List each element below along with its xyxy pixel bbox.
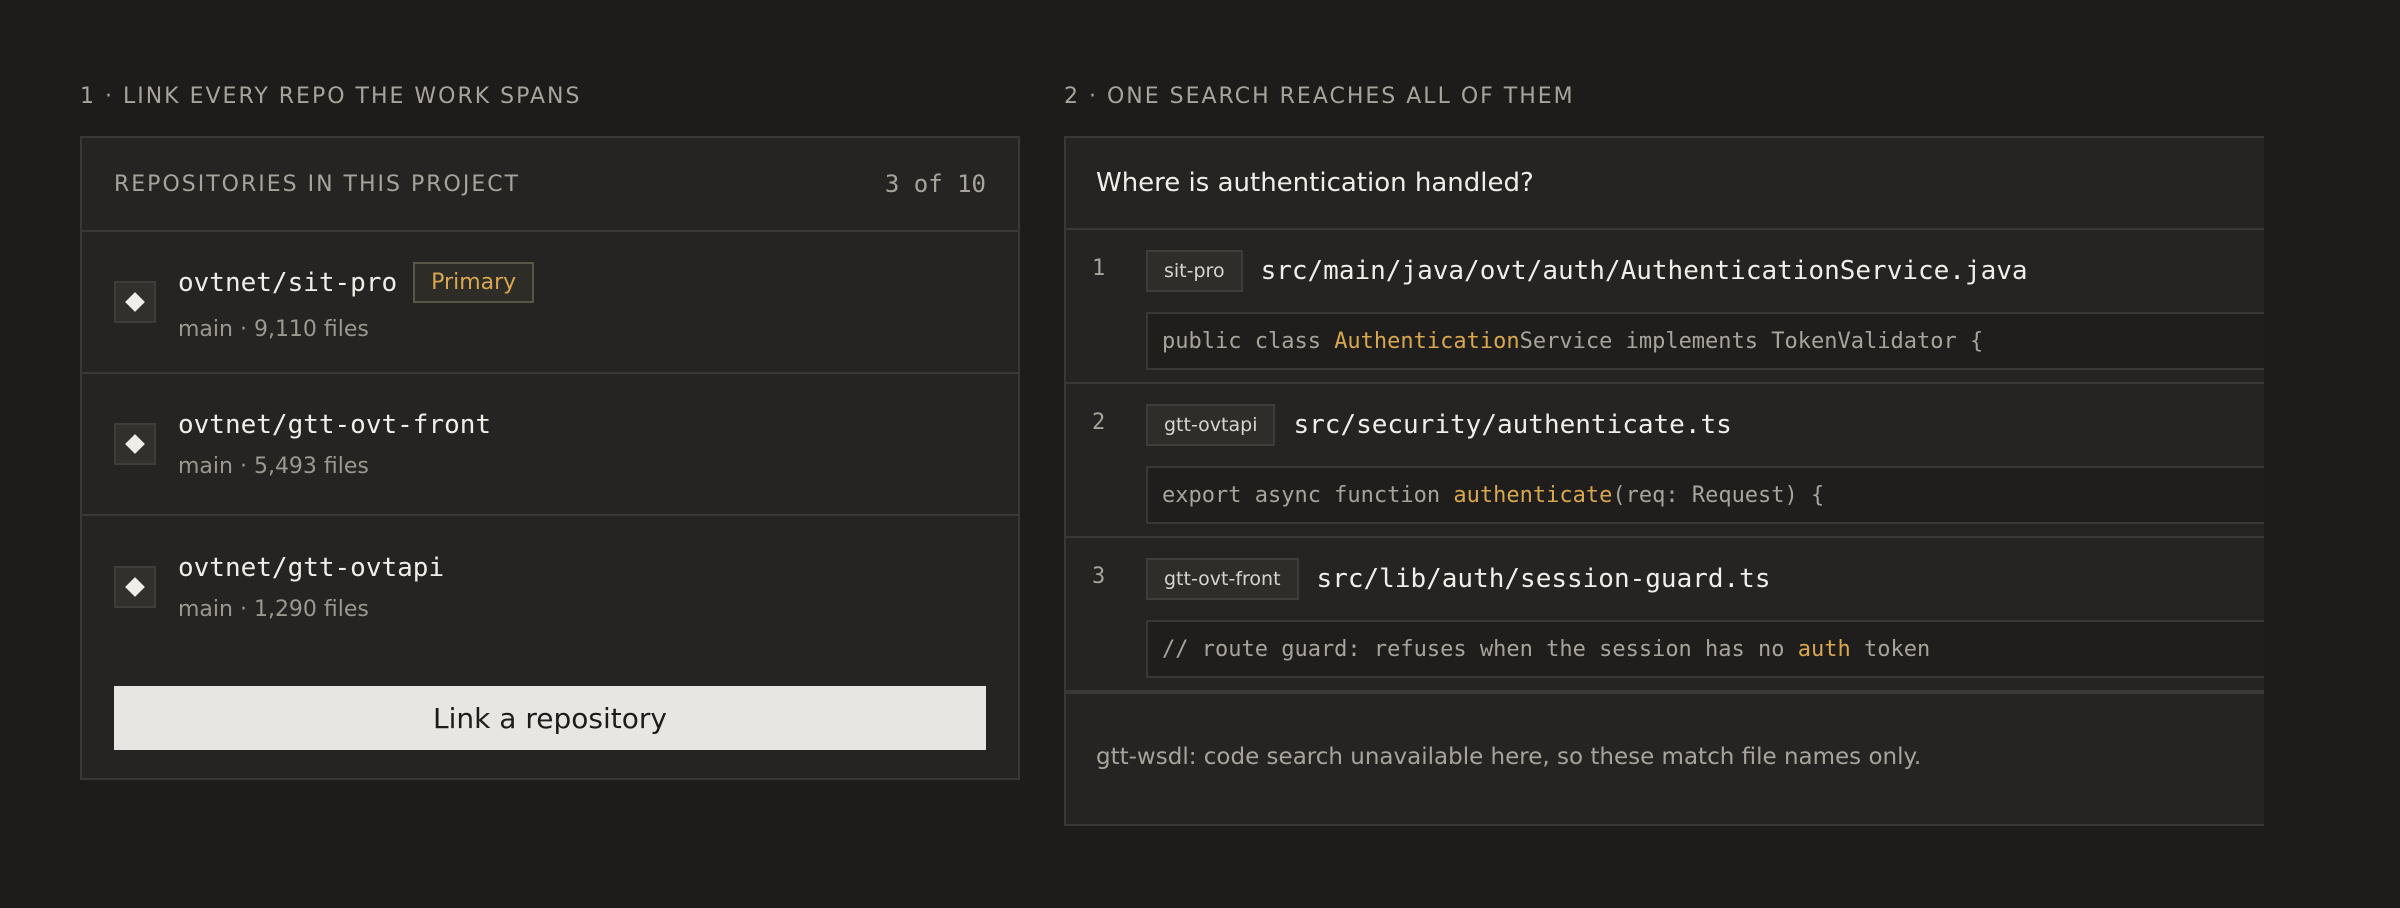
- snippet-match: auth: [1797, 636, 1851, 662]
- snippet-text: export async function: [1162, 482, 1454, 508]
- snippet-match: Authentication: [1334, 328, 1520, 354]
- repositories-header: REPOSITORIES IN THIS PROJECT 3 of 10: [82, 138, 1018, 232]
- search-result[interactable]: 3 gtt-ovt-front src/lib/auth/session-gua…: [1066, 538, 2264, 692]
- link-repository-button[interactable]: Link a repository: [114, 686, 986, 750]
- repo-meta: main · 9,110 files: [178, 317, 369, 342]
- diamond-icon: [114, 281, 156, 323]
- snippet-text: token: [1850, 636, 1931, 662]
- repo-row-gtt-ovtapi[interactable]: ovtnet/gtt-ovtapi main · 1,290 files: [82, 516, 1018, 658]
- repositories-panel: REPOSITORIES IN THIS PROJECT 3 of 10 ovt…: [80, 136, 1020, 780]
- primary-badge: Primary: [413, 262, 535, 303]
- diamond-icon: [114, 566, 156, 608]
- repositories-title: REPOSITORIES IN THIS PROJECT: [114, 171, 521, 197]
- snippet-text: public class: [1162, 328, 1335, 354]
- result-number: 1: [1092, 256, 1106, 281]
- repo-name: ovtnet/gtt-ovtapi: [178, 552, 445, 583]
- snippet-text: // route guard: refuses when the session…: [1162, 636, 1798, 662]
- repo-chip: sit-pro: [1146, 250, 1243, 292]
- repo-name: ovtnet/sit-pro: [178, 267, 398, 298]
- step-2-label: 2 · ONE SEARCH REACHES ALL OF THEM: [1064, 84, 1575, 109]
- repo-chip: gtt-ovtapi: [1146, 404, 1276, 446]
- repo-meta: main · 5,493 files: [178, 453, 369, 479]
- code-snippet: export async function authenticate (req: …: [1146, 466, 2264, 524]
- step-1-label: 1 · LINK EVERY REPO THE WORK SPANS: [80, 84, 582, 109]
- repo-row-sit-pro[interactable]: ovtnet/sit-pro Primary main · 9,110 file…: [82, 232, 1018, 374]
- snippet-text: (req: Request) {: [1612, 482, 1825, 508]
- repo-name: ovtnet/gtt-ovt-front: [178, 409, 492, 440]
- repo-chip: gtt-ovt-front: [1146, 558, 1299, 600]
- snippet-match: authenticate: [1453, 482, 1613, 508]
- file-path[interactable]: src/security/authenticate.ts: [1293, 410, 1731, 440]
- search-query[interactable]: Where is authentication handled?: [1066, 138, 2264, 230]
- file-path[interactable]: src/main/java/ovt/auth/AuthenticationSer…: [1261, 256, 2028, 286]
- search-result[interactable]: 1 sit-pro src/main/java/ovt/auth/Authent…: [1066, 230, 2264, 384]
- code-snippet: public class Authentication Service imple…: [1146, 312, 2264, 370]
- repo-row-gtt-ovt-front[interactable]: ovtnet/gtt-ovt-front main · 5,493 files: [82, 374, 1018, 516]
- repo-meta: main · 1,290 files: [178, 596, 369, 622]
- code-snippet: // route guard: refuses when the session…: [1146, 620, 2264, 678]
- snippet-text: Service implements TokenValidator {: [1519, 328, 1984, 354]
- result-number: 3: [1092, 564, 1106, 589]
- file-path[interactable]: src/lib/auth/session-guard.ts: [1317, 564, 1771, 594]
- diamond-icon: [114, 423, 156, 465]
- search-result[interactable]: 2 gtt-ovtapi src/security/authenticate.t…: [1066, 384, 2264, 538]
- result-number: 2: [1092, 410, 1106, 435]
- search-panel: Where is authentication handled? 1 sit-p…: [1064, 136, 2264, 826]
- repositories-count: 3 of 10: [884, 170, 986, 198]
- search-note: gtt-wsdl: code search unavailable here, …: [1066, 690, 2264, 820]
